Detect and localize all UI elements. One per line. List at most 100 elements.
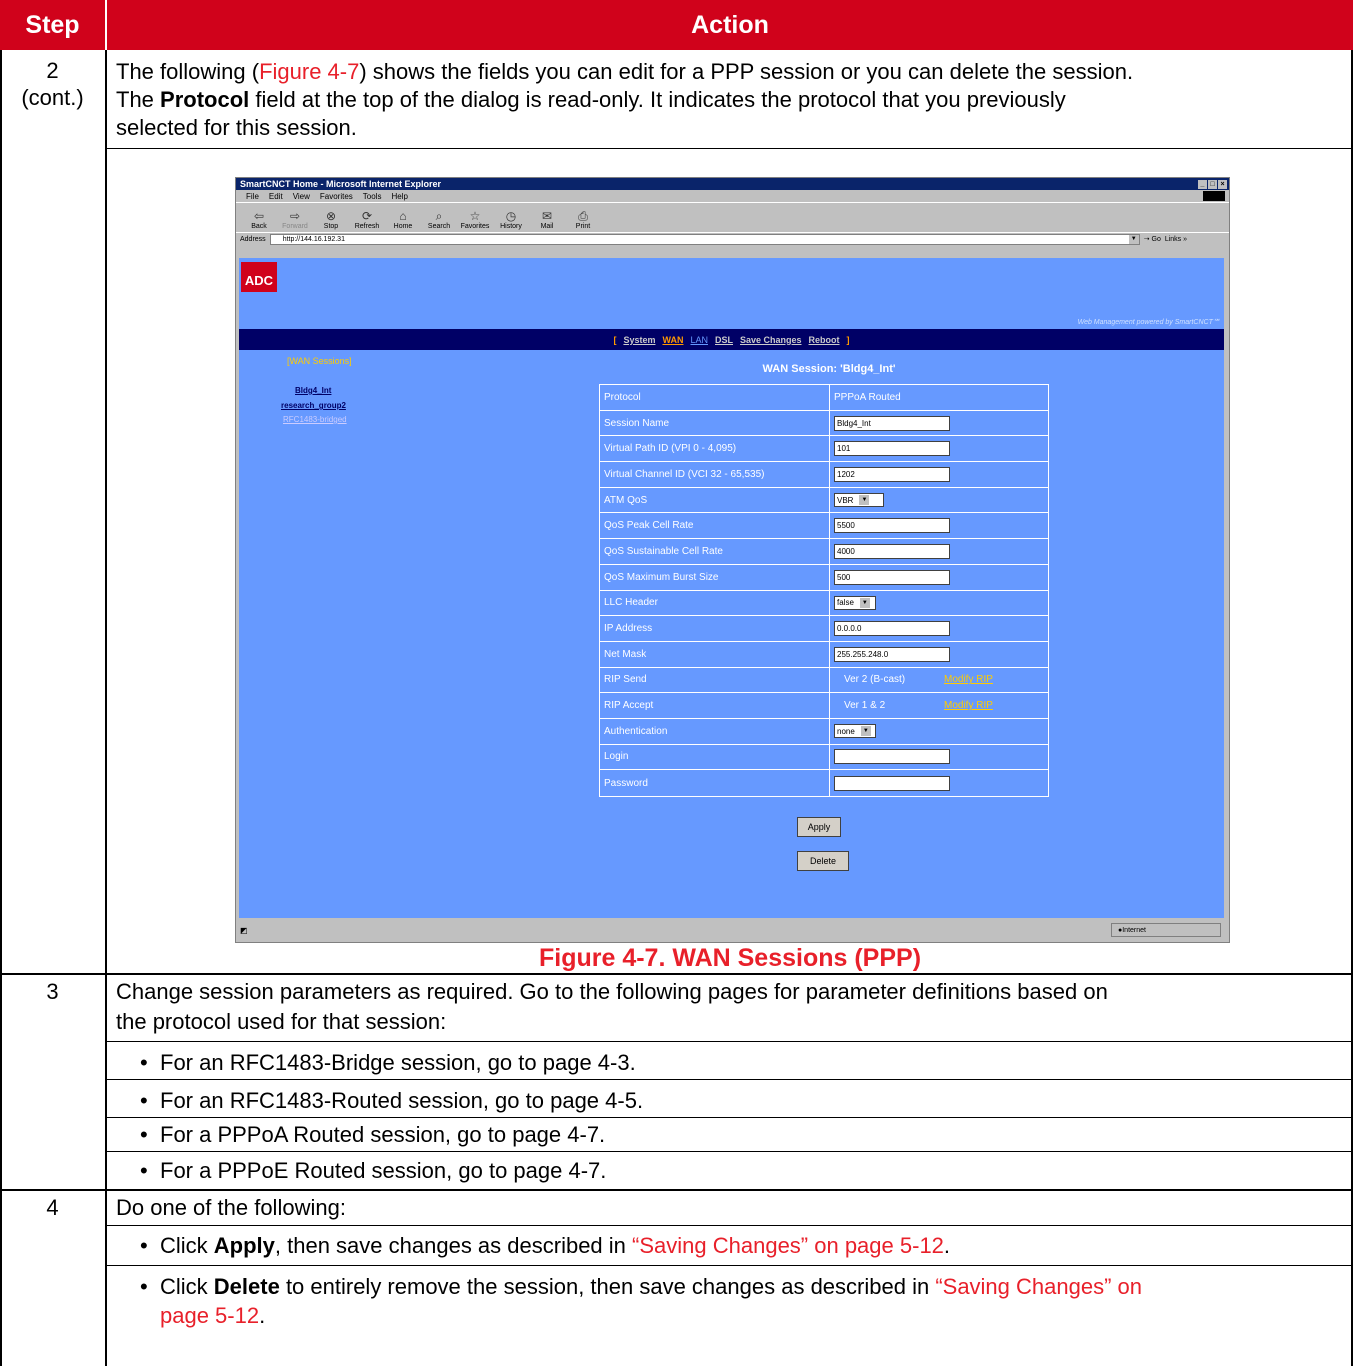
step2-line2: The Protocol field at the top of the dia… — [116, 87, 1066, 112]
address-label: Address — [240, 235, 266, 243]
llc-header-select[interactable]: false ▼ — [834, 595, 876, 610]
maximize-icon[interactable]: □ — [1208, 179, 1217, 189]
protocol-value: PPPoA Routed — [834, 391, 901, 403]
cell-divider — [105, 1151, 1353, 1152]
cell-divider — [105, 1225, 1353, 1226]
menu-file[interactable]: File — [246, 192, 259, 201]
cell-divider — [105, 1079, 1353, 1080]
menu-favorites[interactable]: Favorites — [320, 192, 353, 201]
table-column-divider — [105, 50, 107, 1366]
list-item: • For a PPPoE Routed session, go to page … — [140, 1158, 607, 1183]
cell-divider — [105, 148, 1353, 149]
step3-line2: the protocol used for that session: — [116, 1009, 447, 1034]
login-input[interactable] — [834, 749, 950, 765]
form-row: IP Address 0.0.0.0 — [600, 616, 1048, 642]
form-row: ATM QoS VBR ▼ — [600, 487, 1048, 514]
max-burst-size-input[interactable]: 500 — [834, 569, 950, 585]
saving-changes-link[interactable]: page 5-12 — [160, 1303, 259, 1328]
address-input[interactable]: http://144.16.192.31 ▼ — [269, 233, 1140, 245]
window-controls: _ □ × — [1198, 179, 1229, 189]
list-item: • For a PPPoA Routed session, go to page … — [140, 1122, 606, 1147]
menu-edit[interactable]: Edit — [269, 192, 283, 201]
form-row: LLC Header false ▼ — [600, 590, 1048, 617]
form-row: Authentication none ▼ — [600, 718, 1048, 745]
form-row: QoS Sustainable Cell Rate 4000 — [600, 539, 1048, 565]
minimize-icon[interactable]: _ — [1198, 179, 1207, 189]
sidebar-title: [WAN Sessions] — [287, 356, 352, 366]
net-mask-input[interactable]: 255.255.248.0 — [834, 646, 950, 662]
menu-help[interactable]: Help — [391, 192, 407, 201]
sustainable-cell-rate-input[interactable]: 4000 — [834, 543, 950, 559]
figure-screenshot: SmartCNCT Home - Microsoft Internet Expl… — [235, 177, 1230, 943]
stop-icon: ⊗ — [325, 209, 337, 223]
address-bar: Address http://144.16.192.31 ▼ ➝ Go Link… — [236, 232, 1229, 245]
window-titlebar: SmartCNCT Home - Microsoft Internet Expl… — [236, 178, 1229, 190]
go-button[interactable]: ➝ Go — [1144, 235, 1161, 243]
vpi-input[interactable]: 101 — [834, 441, 950, 457]
row-divider — [0, 973, 1353, 975]
nav-wan[interactable]: WAN — [662, 335, 683, 345]
cell-divider — [105, 1265, 1353, 1266]
nav-save-changes[interactable]: Save Changes — [740, 335, 802, 345]
list-item: • For an RFC1483-Routed session, go to pa… — [140, 1088, 644, 1113]
authentication-select[interactable]: none ▼ — [834, 724, 876, 739]
stop-button[interactable]: ⊗ Stop — [318, 209, 344, 230]
chevron-down-icon[interactable]: ▼ — [1128, 234, 1139, 244]
saving-changes-link[interactable]: “Saving Changes” on page 5-12 — [632, 1233, 944, 1258]
history-button[interactable]: ◷ History — [498, 209, 524, 230]
search-button[interactable]: ⌕ Search — [426, 209, 452, 230]
vci-input[interactable]: 1202 — [834, 466, 950, 482]
peak-cell-rate-input[interactable]: 5500 — [834, 518, 950, 534]
mail-icon: ✉ — [541, 209, 553, 223]
step2-line3: selected for this session. — [116, 115, 357, 140]
print-button[interactable]: ⎙ Print — [570, 209, 596, 230]
main-nav: [ System WAN LAN DSL Save Changes Reboot… — [239, 329, 1224, 350]
figure-link[interactable]: Figure 4-7 — [259, 59, 359, 84]
adc-logo: ADC — [241, 262, 277, 292]
header-action: Action — [107, 0, 1353, 50]
step-number: 3 — [46, 979, 59, 1004]
session-link[interactable]: research_group2 — [281, 401, 346, 410]
nav-dsl[interactable]: DSL — [715, 335, 733, 345]
password-input[interactable] — [834, 775, 950, 791]
form-row: Protocol PPPoA Routed — [600, 385, 1048, 411]
delete-button[interactable]: Delete — [797, 851, 849, 871]
chevron-down-icon: ▼ — [859, 495, 870, 506]
menu-view[interactable]: View — [293, 192, 310, 201]
atm-qos-select[interactable]: VBR ▼ — [834, 493, 884, 508]
chevron-down-icon: ▼ — [859, 597, 870, 608]
session-link[interactable]: RFC1483-bridged — [283, 415, 347, 424]
modify-rip-link[interactable]: Modify RIP — [944, 700, 993, 711]
session-link[interactable]: Bldg4_Int — [295, 386, 331, 395]
refresh-button[interactable]: ⟳ Refresh — [354, 209, 380, 230]
home-icon: ⌂ — [399, 209, 407, 223]
mail-button[interactable]: ✉ Mail — [534, 209, 560, 230]
close-icon[interactable]: × — [1218, 179, 1227, 189]
home-button[interactable]: ⌂ Home — [390, 209, 416, 230]
forward-button[interactable]: ⇨ Forward — [282, 209, 308, 230]
window-title: SmartCNCT Home - Microsoft Internet Expl… — [240, 179, 442, 189]
powered-by: Web Management powered by SmartCNCT℠ — [1077, 319, 1220, 326]
page-icon: ◩ — [240, 925, 248, 935]
page-title: WAN Session: 'Bldg4_Int' — [762, 363, 896, 375]
zone-indicator: ● Internet — [1111, 923, 1221, 937]
nav-system[interactable]: System — [623, 335, 655, 345]
nav-reboot[interactable]: Reboot — [809, 335, 840, 345]
apply-button[interactable]: Apply — [797, 817, 841, 837]
nav-lan[interactable]: LAN — [690, 335, 708, 345]
step-number: 2 (cont.) — [21, 58, 84, 110]
table-border-left — [0, 50, 2, 1366]
cell-divider — [105, 1117, 1353, 1118]
form-row: RIP Accept Ver 1 & 2 Modify RIP — [600, 693, 1048, 719]
links-button[interactable]: Links » — [1165, 236, 1187, 243]
print-icon: ⎙ — [578, 209, 588, 223]
modify-rip-link[interactable]: Modify RIP — [944, 674, 993, 685]
session-name-input[interactable]: Bldg4_Int — [834, 415, 950, 431]
ip-address-input[interactable]: 0.0.0.0 — [834, 621, 950, 637]
back-button[interactable]: ⇦ Back — [246, 209, 272, 230]
form-row: Login — [600, 744, 1048, 771]
saving-changes-link[interactable]: “Saving Changes” on — [935, 1274, 1142, 1299]
menu-tools[interactable]: Tools — [363, 192, 382, 201]
header-step: Step — [0, 0, 105, 50]
favorites-button[interactable]: ☆ Favorites — [461, 209, 490, 230]
